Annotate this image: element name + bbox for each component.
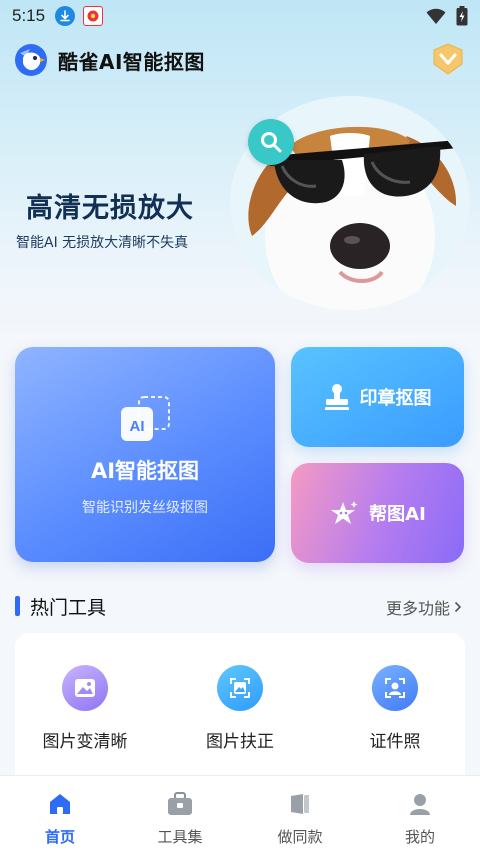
nav-home[interactable]: 首页: [0, 776, 120, 855]
download-icon: [55, 6, 76, 26]
app-header: 酷雀AI智能抠图: [14, 42, 205, 78]
tool-label: 图片扶正: [206, 732, 274, 752]
nav-label: 我的: [404, 828, 435, 846]
vip-diamond-icon[interactable]: [430, 42, 466, 76]
wifi-icon: [426, 8, 446, 24]
section-accent-bar: [15, 596, 20, 616]
profile-icon: [406, 790, 434, 818]
image-enhance-icon: [62, 665, 108, 711]
ai-cutout-title: AI智能抠图: [90, 459, 200, 483]
id-photo-icon: [372, 665, 418, 711]
tool-label: 图片变清晰: [42, 732, 128, 752]
more-features-link[interactable]: 更多功能: [386, 595, 462, 619]
chevron-right-icon: [454, 601, 462, 613]
template-icon: [286, 790, 314, 818]
banner-title: 高清无损放大: [26, 193, 194, 224]
nav-label: 工具集: [157, 828, 203, 846]
app-notification-icon: [83, 6, 104, 26]
magnifier-icon: [248, 119, 294, 165]
tool-image-straighten[interactable]: 图片扶正: [170, 665, 310, 752]
help-ai-label: 帮图AI: [369, 504, 426, 525]
hot-tools-panel: 图片变清晰 图片扶正 证件照: [15, 633, 465, 793]
nav-toolbox[interactable]: 工具集: [120, 776, 240, 855]
more-features-label: 更多功能: [385, 599, 450, 618]
nav-label: 做同款: [277, 828, 323, 846]
ai-icon: AI: [121, 396, 170, 441]
app-title: 酷雀AI智能抠图: [58, 49, 205, 74]
nav-template[interactable]: 做同款: [240, 776, 360, 855]
ai-cutout-card[interactable]: AI AI智能抠图 智能识别发丝级抠图: [15, 347, 275, 562]
status-bar: 5:15: [0, 0, 480, 32]
home-icon: [46, 790, 74, 818]
tool-id-photo[interactable]: 证件照: [325, 665, 465, 752]
hot-tools-title: 热门工具: [30, 597, 107, 619]
nav-label: 首页: [44, 828, 75, 846]
stamp-icon: [324, 384, 349, 410]
stamp-cutout-card[interactable]: 印章抠图: [291, 347, 464, 447]
tool-label: 证件照: [369, 732, 421, 752]
svg-text:AI: AI: [130, 418, 145, 435]
banner-subtitle: 智能AI 无损放大清晰不失真: [16, 235, 189, 251]
stamp-cutout-label: 印章抠图: [359, 388, 432, 409]
bottom-nav: 首页 工具集 做同款 我的: [0, 775, 480, 855]
bird-logo-icon: [15, 44, 47, 76]
help-ai-card[interactable]: 帮图AI: [291, 463, 464, 563]
image-straighten-icon: [217, 665, 263, 711]
sparkle-star-icon: [331, 501, 358, 524]
ai-cutout-subtitle: 智能识别发丝级抠图: [82, 500, 208, 516]
tool-image-enhance[interactable]: 图片变清晰: [15, 665, 155, 752]
toolbox-icon: [166, 790, 194, 818]
battery-icon: [456, 6, 468, 26]
nav-profile[interactable]: 我的: [360, 776, 480, 855]
status-icons: [426, 6, 468, 26]
status-time: 5:15: [12, 6, 46, 25]
